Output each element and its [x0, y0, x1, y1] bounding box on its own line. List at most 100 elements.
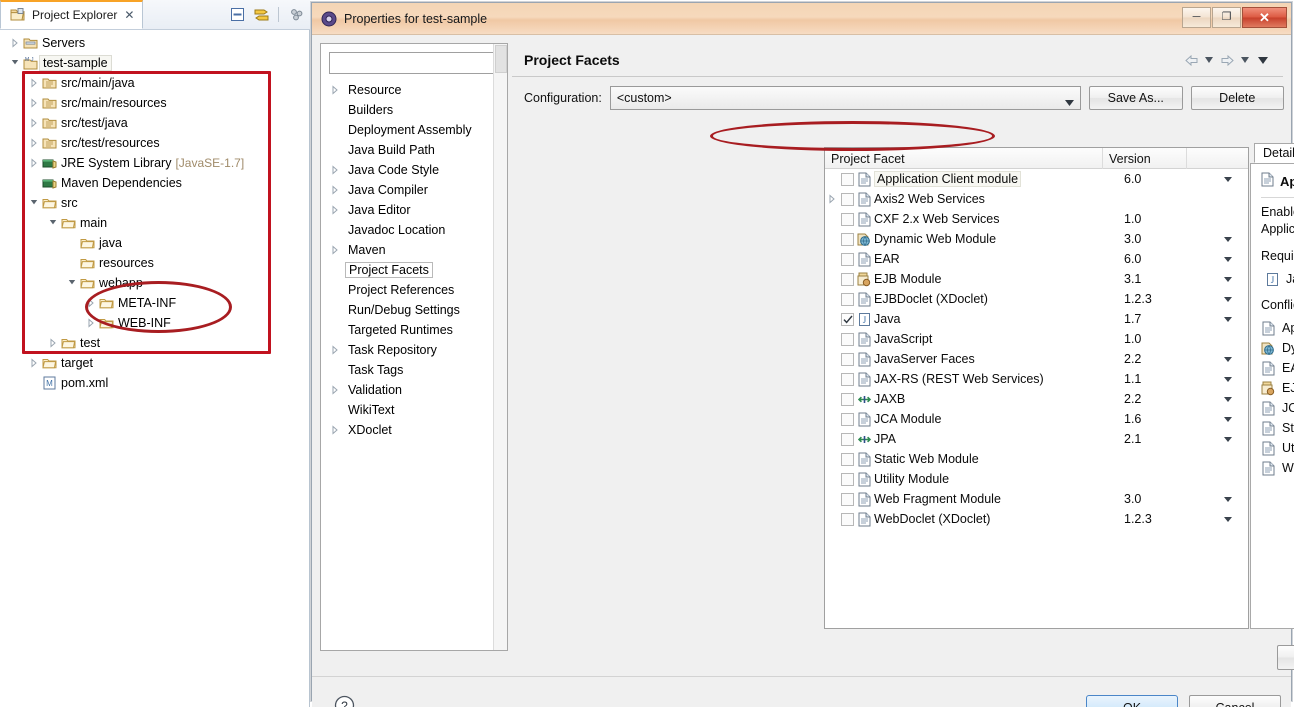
- version-dropdown-icon[interactable]: [1208, 377, 1248, 382]
- chevron-collapsed-icon[interactable]: [27, 73, 40, 93]
- chevron-expanded-icon[interactable]: [65, 273, 78, 293]
- save-as-button[interactable]: Save As...: [1089, 86, 1183, 110]
- tree-item[interactable]: Maven Dependencies: [0, 173, 310, 193]
- link-with-editor-icon[interactable]: [251, 4, 271, 24]
- settings-nav-item[interactable]: Run/Debug Settings: [321, 300, 507, 320]
- facet-checkbox[interactable]: [841, 213, 854, 226]
- table-row[interactable]: EAR6.0: [825, 249, 1248, 269]
- chevron-collapsed-icon[interactable]: [331, 85, 345, 95]
- table-row[interactable]: Dynamic Web Module3.0: [825, 229, 1248, 249]
- tree-item[interactable]: WEB-INF: [0, 313, 310, 333]
- table-row[interactable]: CXF 2.x Web Services1.0: [825, 209, 1248, 229]
- facet-checkbox[interactable]: [841, 273, 854, 286]
- table-row[interactable]: EJBDoclet (XDoclet)1.2.3: [825, 289, 1248, 309]
- facet-checkbox[interactable]: [841, 353, 854, 366]
- settings-nav-item[interactable]: WikiText: [321, 400, 507, 420]
- tree-item[interactable]: MJtest-sample: [0, 53, 310, 73]
- chevron-collapsed-icon[interactable]: [27, 113, 40, 133]
- table-row[interactable]: Web Fragment Module3.0: [825, 489, 1248, 509]
- tree-item[interactable]: webapp: [0, 273, 310, 293]
- nav-scrollbar[interactable]: [493, 44, 507, 650]
- settings-nav-item[interactable]: Java Code Style: [321, 160, 507, 180]
- settings-nav-item[interactable]: Task Tags: [321, 360, 507, 380]
- help-icon[interactable]: ?: [334, 695, 356, 707]
- facet-checkbox[interactable]: [841, 453, 854, 466]
- chevron-collapsed-icon[interactable]: [825, 194, 839, 204]
- tab-project-explorer[interactable]: Project Explorer ✕: [0, 0, 143, 29]
- settings-filter-input[interactable]: [329, 52, 499, 74]
- tree-item[interactable]: src/test/resources: [0, 133, 310, 153]
- chevron-collapsed-icon[interactable]: [27, 353, 40, 373]
- facet-checkbox[interactable]: [841, 233, 854, 246]
- back-dropdown-icon[interactable]: [1201, 51, 1217, 69]
- chevron-collapsed-icon[interactable]: [331, 385, 345, 395]
- tree-item[interactable]: src/test/java: [0, 113, 310, 133]
- table-row[interactable]: Application Client module6.0: [825, 169, 1248, 189]
- settings-nav-item[interactable]: Java Editor: [321, 200, 507, 220]
- project-facets-table[interactable]: Project Facet Version Application Client…: [824, 147, 1249, 629]
- table-row[interactable]: JPA2.1: [825, 429, 1248, 449]
- chevron-collapsed-icon[interactable]: [84, 313, 97, 333]
- facet-checkbox[interactable]: [841, 373, 854, 386]
- chevron-collapsed-icon[interactable]: [331, 185, 345, 195]
- settings-nav-item[interactable]: Validation: [321, 380, 507, 400]
- table-row[interactable]: JCA Module1.6: [825, 409, 1248, 429]
- collapse-all-icon[interactable]: [227, 4, 247, 24]
- facet-checkbox[interactable]: [841, 333, 854, 346]
- version-dropdown-icon[interactable]: [1208, 417, 1248, 422]
- chevron-collapsed-icon[interactable]: [8, 33, 21, 53]
- tree-item[interactable]: src/main/resources: [0, 93, 310, 113]
- facet-checkbox[interactable]: [841, 253, 854, 266]
- column-header-version[interactable]: Version: [1103, 148, 1187, 169]
- tree-item[interactable]: resources: [0, 253, 310, 273]
- tree-item[interactable]: java: [0, 233, 310, 253]
- forward-dropdown-icon[interactable]: [1237, 51, 1253, 69]
- close-icon[interactable]: ✕: [124, 8, 134, 22]
- version-dropdown-icon[interactable]: [1208, 237, 1248, 242]
- close-button[interactable]: ✕: [1242, 7, 1287, 28]
- version-dropdown-icon[interactable]: [1208, 277, 1248, 282]
- version-dropdown-icon[interactable]: [1208, 317, 1248, 322]
- view-menu-icon[interactable]: [286, 4, 306, 24]
- dialog-titlebar[interactable]: Properties for test-sample ─ ❐ ✕: [312, 3, 1291, 35]
- table-row[interactable]: JavaServer Faces2.2: [825, 349, 1248, 369]
- page-menu-icon[interactable]: [1255, 51, 1271, 69]
- back-arrow-icon[interactable]: [1183, 51, 1199, 69]
- chevron-collapsed-icon[interactable]: [27, 153, 40, 173]
- facet-checkbox[interactable]: [841, 513, 854, 526]
- facet-checkbox[interactable]: [841, 413, 854, 426]
- settings-nav-list[interactable]: ResourceBuildersDeployment AssemblyJava …: [321, 80, 507, 440]
- project-tree[interactable]: ServersMJtest-samplesrc/main/javasrc/mai…: [0, 30, 310, 707]
- tree-item[interactable]: main: [0, 213, 310, 233]
- chevron-collapsed-icon[interactable]: [84, 293, 97, 313]
- chevron-expanded-icon[interactable]: [8, 53, 21, 73]
- column-header-facet[interactable]: Project Facet: [825, 148, 1103, 169]
- version-dropdown-icon[interactable]: [1208, 177, 1248, 182]
- chevron-collapsed-icon[interactable]: [331, 425, 345, 435]
- chevron-collapsed-icon[interactable]: [27, 93, 40, 113]
- settings-nav-item[interactable]: Javadoc Location: [321, 220, 507, 240]
- settings-nav-item[interactable]: XDoclet: [321, 420, 507, 440]
- facet-checkbox[interactable]: [841, 473, 854, 486]
- chevron-collapsed-icon[interactable]: [46, 333, 59, 353]
- settings-nav-item[interactable]: Builders: [321, 100, 507, 120]
- tree-item[interactable]: Servers: [0, 33, 310, 53]
- settings-nav-item[interactable]: Project References: [321, 280, 507, 300]
- tree-item[interactable]: Mpom.xml: [0, 373, 310, 393]
- settings-nav-item[interactable]: Targeted Runtimes: [321, 320, 507, 340]
- settings-nav-item[interactable]: Java Build Path: [321, 140, 507, 160]
- tab-details[interactable]: Details: [1254, 143, 1294, 163]
- chevron-collapsed-icon[interactable]: [331, 205, 345, 215]
- version-dropdown-icon[interactable]: [1208, 257, 1248, 262]
- facet-checkbox[interactable]: [841, 193, 854, 206]
- tree-item[interactable]: JRE System Library[JavaSE-1.7]: [0, 153, 310, 173]
- settings-nav-item[interactable]: Java Compiler: [321, 180, 507, 200]
- table-row[interactable]: Static Web Module: [825, 449, 1248, 469]
- version-dropdown-icon[interactable]: [1208, 397, 1248, 402]
- table-row[interactable]: EJB Module3.1: [825, 269, 1248, 289]
- cancel-button[interactable]: Cancel: [1189, 695, 1281, 707]
- tree-item[interactable]: src: [0, 193, 310, 213]
- table-row[interactable]: Utility Module: [825, 469, 1248, 489]
- version-dropdown-icon[interactable]: [1208, 437, 1248, 442]
- chevron-collapsed-icon[interactable]: [27, 133, 40, 153]
